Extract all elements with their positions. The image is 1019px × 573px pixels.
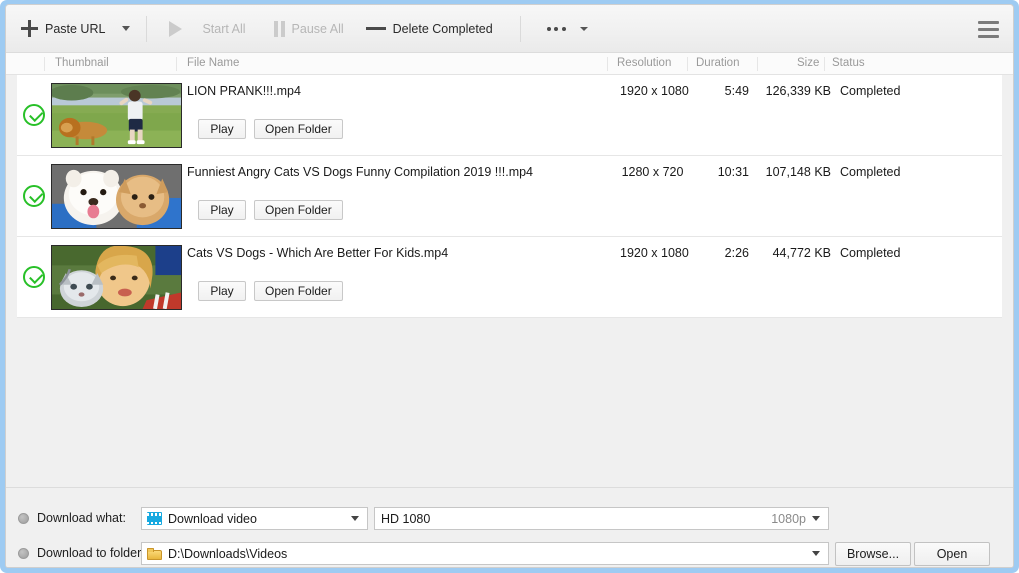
start-all-button[interactable]: Start All: [160, 12, 254, 46]
file-name: Cats VS Dogs - Which Are Better For Kids…: [187, 246, 449, 260]
row-action-buttons: Play Open Folder: [198, 200, 343, 220]
row-action-buttons: Play Open Folder: [198, 281, 343, 301]
play-button[interactable]: Play: [198, 281, 246, 301]
play-icon: [169, 20, 195, 37]
pause-all-button[interactable]: Pause All: [265, 12, 353, 46]
hamburger-menu-button[interactable]: [971, 14, 1005, 44]
header-divider: [176, 57, 177, 71]
open-folder-button[interactable]: Open Folder: [254, 200, 343, 220]
download-what-label: Download what:: [37, 511, 126, 525]
chevron-down-icon: [351, 516, 359, 521]
open-button[interactable]: Open: [914, 542, 990, 566]
check-circle-icon: [23, 185, 45, 207]
main-toolbar: Paste URL Start All Pause All Delete Com…: [6, 5, 1013, 53]
download-list: LION PRANK!!!.mp4 1920 x 1080 5:49 126,3…: [6, 75, 1013, 487]
column-header-status[interactable]: Status: [832, 57, 865, 69]
film-strip-icon: [147, 512, 162, 525]
browse-button[interactable]: Browse...: [835, 542, 911, 566]
application-window: Paste URL Start All Pause All Delete Com…: [0, 0, 1019, 573]
check-circle-icon: [23, 266, 45, 288]
file-name: Funniest Angry Cats VS Dogs Funny Compil…: [187, 165, 534, 179]
table-row[interactable]: LION PRANK!!!.mp4 1920 x 1080 5:49 126,3…: [17, 75, 1002, 156]
status-badge: Completed: [840, 84, 901, 98]
delete-completed-label: Delete Completed: [392, 21, 493, 36]
download-settings-panel: Download what: Download video HD 1080 10…: [6, 487, 1013, 567]
plus-icon: [21, 20, 38, 37]
thumbnail-image: [51, 164, 182, 229]
quality-select[interactable]: HD 1080 1080p: [374, 507, 829, 530]
thumbnail-image: [51, 245, 182, 310]
ellipsis-icon: [546, 26, 566, 31]
open-folder-button[interactable]: Open Folder: [254, 281, 343, 301]
row-action-buttons: Play Open Folder: [198, 119, 343, 139]
hamburger-icon-bar: [977, 27, 999, 31]
file-name: LION PRANK!!!.mp4: [187, 84, 301, 98]
pause-all-label: Pause All: [291, 21, 344, 36]
status-badge: Completed: [840, 165, 901, 179]
download-list-header: Thumbnail File Name Resolution Duration …: [6, 53, 1013, 75]
header-divider: [824, 57, 825, 71]
more-options-caret: [579, 26, 588, 31]
hamburger-icon-bar: [977, 20, 999, 24]
file-resolution: 1920 x 1080: [620, 246, 689, 260]
thumbnail-image: [51, 83, 182, 148]
folder-icon: [147, 547, 162, 560]
file-duration: 2:26: [724, 246, 749, 260]
table-row[interactable]: Funniest Angry Cats VS Dogs Funny Compil…: [17, 156, 1002, 237]
file-duration: 5:49: [724, 84, 749, 98]
file-size: 44,772 KB: [772, 246, 831, 260]
download-to-folder-label: Download to folder:: [37, 546, 145, 560]
window-content: Paste URL Start All Pause All Delete Com…: [5, 4, 1014, 568]
column-header-resolution[interactable]: Resolution: [617, 57, 671, 69]
column-header-filename[interactable]: File Name: [187, 57, 239, 69]
status-badge: Completed: [840, 246, 901, 260]
header-divider: [687, 57, 688, 71]
download-to-folder-radio[interactable]: [18, 548, 29, 559]
folder-path-select[interactable]: D:\Downloads\Videos: [141, 542, 829, 565]
column-header-duration[interactable]: Duration: [696, 57, 739, 69]
folder-path-value: D:\Downloads\Videos: [168, 546, 288, 561]
header-divider: [757, 57, 758, 71]
column-header-thumbnail[interactable]: Thumbnail: [55, 57, 109, 69]
delete-completed-button[interactable]: Delete Completed: [357, 12, 502, 46]
paste-url-button[interactable]: Paste URL: [12, 12, 114, 46]
minus-icon: [365, 27, 386, 30]
file-duration: 10:31: [717, 165, 749, 179]
start-all-label: Start All: [202, 21, 246, 36]
paste-url-label: Paste URL: [45, 21, 106, 36]
download-what-value: Download video: [168, 511, 257, 526]
file-size: 126,339 KB: [765, 84, 831, 98]
paste-url-dropdown-caret[interactable]: [122, 26, 131, 31]
play-button[interactable]: Play: [198, 200, 246, 220]
header-divider: [607, 57, 608, 71]
header-divider: [44, 57, 45, 71]
chevron-down-icon: [812, 551, 820, 556]
check-circle-icon: [23, 104, 45, 126]
chevron-down-icon: [812, 516, 820, 521]
quality-suffix: 1080p: [771, 511, 806, 526]
column-header-size[interactable]: Size: [797, 57, 819, 69]
quality-value: HD 1080: [381, 511, 431, 526]
hamburger-icon-bar: [977, 34, 999, 38]
open-folder-button[interactable]: Open Folder: [254, 119, 343, 139]
download-what-select[interactable]: Download video: [141, 507, 368, 530]
download-what-radio[interactable]: [18, 513, 29, 524]
file-resolution: 1920 x 1080: [620, 84, 689, 98]
table-row[interactable]: Cats VS Dogs - Which Are Better For Kids…: [17, 237, 1002, 318]
toolbar-separator-1: [146, 15, 148, 42]
more-options-button[interactable]: [538, 12, 597, 46]
file-resolution: 1280 x 720: [621, 165, 684, 179]
toolbar-separator-2: [519, 15, 521, 42]
play-button[interactable]: Play: [198, 119, 246, 139]
pause-icon: [273, 20, 285, 37]
file-size: 107,148 KB: [765, 165, 831, 179]
